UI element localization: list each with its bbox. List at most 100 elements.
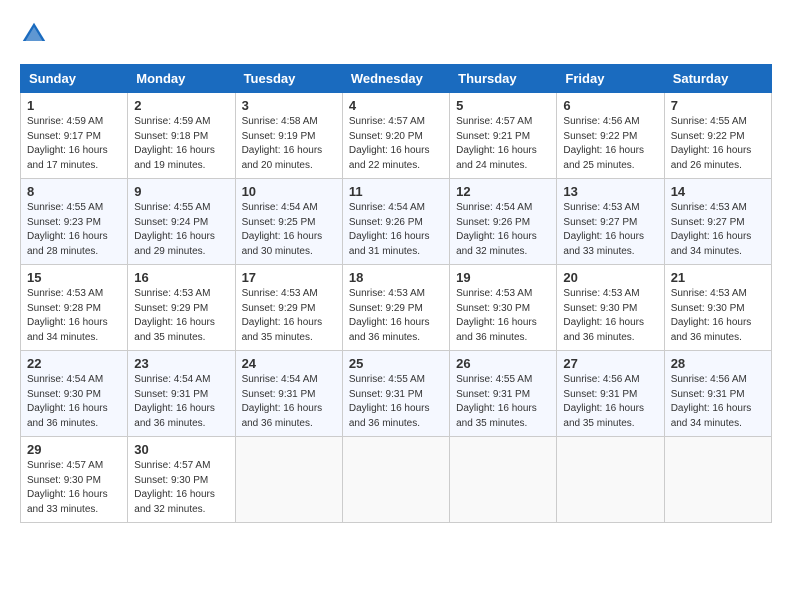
day-info: Sunrise: 4:57 AMSunset: 9:20 PMDaylight:… <box>349 115 443 173</box>
calendar-week-row: 22 Sunrise: 4:54 AMSunset: 9:30 PMDaylig… <box>21 351 772 437</box>
calendar-cell <box>557 437 664 523</box>
day-number: 19 <box>456 270 550 285</box>
calendar-cell: 17 Sunrise: 4:53 AMSunset: 9:29 PMDaylig… <box>235 265 342 351</box>
day-number: 20 <box>563 270 657 285</box>
day-info: Sunrise: 4:53 AMSunset: 9:29 PMDaylight:… <box>349 287 443 345</box>
day-info: Sunrise: 4:53 AMSunset: 9:28 PMDaylight:… <box>27 287 121 345</box>
calendar-cell: 29 Sunrise: 4:57 AMSunset: 9:30 PMDaylig… <box>21 437 128 523</box>
day-info: Sunrise: 4:53 AMSunset: 9:27 PMDaylight:… <box>671 201 765 259</box>
day-info: Sunrise: 4:55 AMSunset: 9:23 PMDaylight:… <box>27 201 121 259</box>
day-number: 28 <box>671 356 765 371</box>
day-number: 17 <box>242 270 336 285</box>
calendar-cell: 26 Sunrise: 4:55 AMSunset: 9:31 PMDaylig… <box>450 351 557 437</box>
calendar-week-row: 15 Sunrise: 4:53 AMSunset: 9:28 PMDaylig… <box>21 265 772 351</box>
day-info: Sunrise: 4:57 AMSunset: 9:30 PMDaylight:… <box>134 459 228 517</box>
header-wednesday: Wednesday <box>342 65 449 93</box>
day-info: Sunrise: 4:56 AMSunset: 9:22 PMDaylight:… <box>563 115 657 173</box>
day-info: Sunrise: 4:54 AMSunset: 9:25 PMDaylight:… <box>242 201 336 259</box>
day-info: Sunrise: 4:54 AMSunset: 9:26 PMDaylight:… <box>349 201 443 259</box>
day-info: Sunrise: 4:54 AMSunset: 9:31 PMDaylight:… <box>242 373 336 431</box>
calendar-cell: 2 Sunrise: 4:59 AMSunset: 9:18 PMDayligh… <box>128 93 235 179</box>
calendar-cell <box>235 437 342 523</box>
header-saturday: Saturday <box>664 65 771 93</box>
day-number: 18 <box>349 270 443 285</box>
day-number: 2 <box>134 98 228 113</box>
header-tuesday: Tuesday <box>235 65 342 93</box>
calendar-cell: 6 Sunrise: 4:56 AMSunset: 9:22 PMDayligh… <box>557 93 664 179</box>
calendar-cell: 5 Sunrise: 4:57 AMSunset: 9:21 PMDayligh… <box>450 93 557 179</box>
day-info: Sunrise: 4:59 AMSunset: 9:17 PMDaylight:… <box>27 115 121 173</box>
calendar-cell: 8 Sunrise: 4:55 AMSunset: 9:23 PMDayligh… <box>21 179 128 265</box>
day-number: 7 <box>671 98 765 113</box>
day-number: 14 <box>671 184 765 199</box>
calendar-cell: 13 Sunrise: 4:53 AMSunset: 9:27 PMDaylig… <box>557 179 664 265</box>
day-number: 10 <box>242 184 336 199</box>
day-number: 13 <box>563 184 657 199</box>
day-number: 15 <box>27 270 121 285</box>
calendar-cell: 12 Sunrise: 4:54 AMSunset: 9:26 PMDaylig… <box>450 179 557 265</box>
calendar-cell: 15 Sunrise: 4:53 AMSunset: 9:28 PMDaylig… <box>21 265 128 351</box>
day-number: 25 <box>349 356 443 371</box>
calendar-week-row: 29 Sunrise: 4:57 AMSunset: 9:30 PMDaylig… <box>21 437 772 523</box>
day-info: Sunrise: 4:53 AMSunset: 9:30 PMDaylight:… <box>563 287 657 345</box>
day-number: 8 <box>27 184 121 199</box>
day-info: Sunrise: 4:59 AMSunset: 9:18 PMDaylight:… <box>134 115 228 173</box>
day-info: Sunrise: 4:53 AMSunset: 9:30 PMDaylight:… <box>456 287 550 345</box>
day-number: 12 <box>456 184 550 199</box>
logo-icon <box>20 20 48 48</box>
calendar-table: Sunday Monday Tuesday Wednesday Thursday… <box>20 64 772 523</box>
day-info: Sunrise: 4:55 AMSunset: 9:24 PMDaylight:… <box>134 201 228 259</box>
calendar-cell: 4 Sunrise: 4:57 AMSunset: 9:20 PMDayligh… <box>342 93 449 179</box>
calendar-cell: 10 Sunrise: 4:54 AMSunset: 9:25 PMDaylig… <box>235 179 342 265</box>
day-number: 23 <box>134 356 228 371</box>
day-info: Sunrise: 4:56 AMSunset: 9:31 PMDaylight:… <box>671 373 765 431</box>
day-info: Sunrise: 4:55 AMSunset: 9:31 PMDaylight:… <box>456 373 550 431</box>
calendar-cell: 25 Sunrise: 4:55 AMSunset: 9:31 PMDaylig… <box>342 351 449 437</box>
day-number: 27 <box>563 356 657 371</box>
day-info: Sunrise: 4:53 AMSunset: 9:30 PMDaylight:… <box>671 287 765 345</box>
calendar-cell: 28 Sunrise: 4:56 AMSunset: 9:31 PMDaylig… <box>664 351 771 437</box>
calendar-cell: 9 Sunrise: 4:55 AMSunset: 9:24 PMDayligh… <box>128 179 235 265</box>
day-number: 5 <box>456 98 550 113</box>
header-thursday: Thursday <box>450 65 557 93</box>
day-number: 22 <box>27 356 121 371</box>
calendar-cell: 19 Sunrise: 4:53 AMSunset: 9:30 PMDaylig… <box>450 265 557 351</box>
calendar-cell: 30 Sunrise: 4:57 AMSunset: 9:30 PMDaylig… <box>128 437 235 523</box>
calendar-cell: 23 Sunrise: 4:54 AMSunset: 9:31 PMDaylig… <box>128 351 235 437</box>
logo <box>20 20 52 48</box>
day-number: 1 <box>27 98 121 113</box>
day-info: Sunrise: 4:58 AMSunset: 9:19 PMDaylight:… <box>242 115 336 173</box>
day-number: 9 <box>134 184 228 199</box>
calendar-cell: 16 Sunrise: 4:53 AMSunset: 9:29 PMDaylig… <box>128 265 235 351</box>
day-number: 30 <box>134 442 228 457</box>
header-friday: Friday <box>557 65 664 93</box>
calendar-header-row: Sunday Monday Tuesday Wednesday Thursday… <box>21 65 772 93</box>
calendar-cell: 14 Sunrise: 4:53 AMSunset: 9:27 PMDaylig… <box>664 179 771 265</box>
calendar-cell <box>450 437 557 523</box>
calendar-cell: 21 Sunrise: 4:53 AMSunset: 9:30 PMDaylig… <box>664 265 771 351</box>
day-number: 4 <box>349 98 443 113</box>
calendar-cell: 3 Sunrise: 4:58 AMSunset: 9:19 PMDayligh… <box>235 93 342 179</box>
day-number: 6 <box>563 98 657 113</box>
day-info: Sunrise: 4:57 AMSunset: 9:30 PMDaylight:… <box>27 459 121 517</box>
calendar-cell: 27 Sunrise: 4:56 AMSunset: 9:31 PMDaylig… <box>557 351 664 437</box>
calendar-cell: 7 Sunrise: 4:55 AMSunset: 9:22 PMDayligh… <box>664 93 771 179</box>
calendar-week-row: 8 Sunrise: 4:55 AMSunset: 9:23 PMDayligh… <box>21 179 772 265</box>
calendar-cell: 1 Sunrise: 4:59 AMSunset: 9:17 PMDayligh… <box>21 93 128 179</box>
day-number: 29 <box>27 442 121 457</box>
day-info: Sunrise: 4:55 AMSunset: 9:22 PMDaylight:… <box>671 115 765 173</box>
day-info: Sunrise: 4:54 AMSunset: 9:31 PMDaylight:… <box>134 373 228 431</box>
calendar-cell <box>342 437 449 523</box>
day-info: Sunrise: 4:53 AMSunset: 9:27 PMDaylight:… <box>563 201 657 259</box>
calendar-cell: 24 Sunrise: 4:54 AMSunset: 9:31 PMDaylig… <box>235 351 342 437</box>
day-info: Sunrise: 4:56 AMSunset: 9:31 PMDaylight:… <box>563 373 657 431</box>
calendar-cell: 11 Sunrise: 4:54 AMSunset: 9:26 PMDaylig… <box>342 179 449 265</box>
day-number: 21 <box>671 270 765 285</box>
header-monday: Monday <box>128 65 235 93</box>
day-number: 3 <box>242 98 336 113</box>
day-info: Sunrise: 4:54 AMSunset: 9:26 PMDaylight:… <box>456 201 550 259</box>
day-number: 26 <box>456 356 550 371</box>
day-info: Sunrise: 4:55 AMSunset: 9:31 PMDaylight:… <box>349 373 443 431</box>
header-sunday: Sunday <box>21 65 128 93</box>
day-number: 16 <box>134 270 228 285</box>
